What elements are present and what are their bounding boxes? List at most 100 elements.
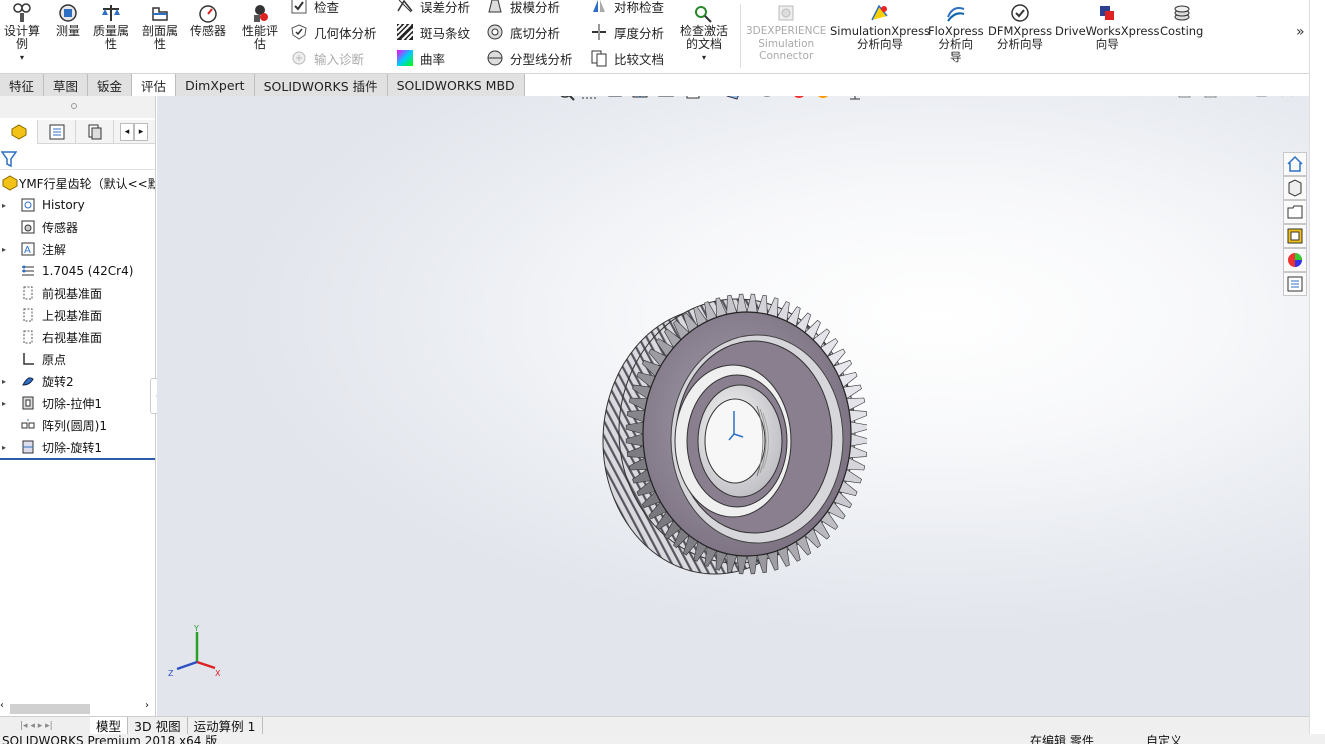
tree-item[interactable]: 原点 (0, 348, 155, 370)
library-icon (1288, 179, 1302, 197)
tree-item[interactable]: 1.7045 (42Cr4) (0, 260, 155, 282)
tree-filter[interactable] (0, 148, 155, 170)
geometry-analysis-button[interactable]: 几何体分析 (290, 21, 377, 43)
task-pane-tabs (1283, 152, 1309, 296)
costing-button[interactable]: Costing (1160, 2, 1203, 38)
check-active-document-button[interactable]: 检查激活 的文档 ▾ (680, 2, 728, 64)
section-properties-button[interactable]: 剖面属 性 (142, 2, 178, 51)
import-diagnostics-button[interactable]: 输入诊断 (290, 47, 364, 69)
tree-item[interactable]: 右视基准面 (0, 326, 155, 348)
task-pane-view-palette[interactable] (1283, 224, 1307, 248)
curvature-icon (397, 50, 413, 66)
task-pane-design-library[interactable] (1283, 176, 1307, 200)
panel-scroll-right-button[interactable]: ▸ (134, 123, 148, 141)
view-tab-1[interactable]: 3D 视图 (128, 717, 188, 734)
zebra-label: 斑马条纹 (420, 25, 471, 41)
mass-properties-button[interactable]: 质量属 性 (93, 2, 129, 51)
tab-4[interactable]: DimXpert (176, 74, 255, 96)
tab-6[interactable]: SOLIDWORKS MBD (387, 74, 525, 96)
symmetry-check-button[interactable]: 对称检查 (590, 0, 664, 17)
tab-3[interactable]: 评估 (132, 74, 177, 96)
tab-1[interactable]: 草图 (44, 74, 89, 96)
tree-item[interactable]: 上视基准面 (0, 304, 155, 326)
check-button[interactable]: 检查 (290, 0, 339, 17)
tree-item-label: 右视基准面 (42, 330, 103, 345)
zebra-icon (396, 23, 414, 41)
ribbon-toolbar: 设计算 例 ▾ 测量 质量属 性 剖面属 性 传感器 性能评 估 检查 几何体分… (0, 0, 1309, 74)
task-pane-file-explorer[interactable] (1283, 200, 1307, 224)
simulationxpress-icon (871, 4, 888, 21)
viewport-window-controls[interactable] (1177, 96, 1302, 101)
command-manager-tabs: 特征 草图 钣金 评估 DimXpert SOLIDWORKS 插件 SOLIDWORKS … (0, 74, 525, 96)
floxpress-button[interactable]: FloXpress 分析向 导 (928, 2, 984, 64)
thickness-analysis-button[interactable]: 厚度分析 (590, 21, 664, 43)
measure-button[interactable]: 测量 (56, 2, 80, 38)
curvature-label: 曲率 (420, 51, 446, 67)
tab-2[interactable]: 钣金 (88, 74, 133, 96)
expand-arrow-icon[interactable]: ▸ (2, 377, 6, 386)
tab-property-manager[interactable] (38, 120, 76, 144)
driveworks-icon (1100, 6, 1115, 20)
view-tab-0[interactable]: 模型 (90, 717, 129, 734)
expand-arrow-icon[interactable]: ▸ (2, 399, 6, 408)
tree-item[interactable]: 阵列(圆周)1 (0, 414, 155, 436)
window-scrollbar[interactable] (1309, 0, 1325, 734)
expand-arrow-icon[interactable]: ▸ (2, 443, 6, 452)
deviation-analysis-button[interactable]: 误差分析 (396, 0, 470, 17)
measure-label: 测量 (56, 24, 81, 38)
panel-scroll-left-button[interactable]: ◂ (120, 123, 134, 141)
tree-item[interactable]: ▸ History (0, 194, 155, 216)
feature-tree: YMF行星齿轮（默认<<默 ▸ History 传感器 ▸ A 注解 1.7045 (42C… (0, 172, 155, 458)
tree-item-label: History (42, 198, 85, 212)
gauge-icon (199, 5, 217, 23)
tree-item[interactable]: ▸ 切除-拉伸1 (0, 392, 155, 414)
draft-analysis-button[interactable]: 拔模分析 (486, 0, 560, 17)
tree-item[interactable]: ▸ 旋转2 (0, 370, 155, 392)
status-custom-units[interactable]: 自定义 (1146, 734, 1182, 744)
check-circle-icon (1011, 4, 1029, 22)
performance-evaluation-button[interactable]: 性能评 估 (242, 2, 278, 51)
history-icon (21, 198, 35, 212)
design-study-button[interactable]: 设计算 例 ▾ (4, 2, 40, 64)
sensor-button[interactable]: 传感器 (190, 2, 226, 38)
compare-documents-button[interactable]: 比较文档 (590, 47, 664, 69)
tab-feature-manager[interactable] (0, 120, 38, 144)
expand-arrow-icon[interactable]: ▸ (2, 201, 6, 210)
tree-item[interactable]: ▸ A 注解 (0, 238, 155, 260)
view-tab-2[interactable]: 运动算例 1 (188, 717, 263, 734)
view-palette-icon (1287, 228, 1303, 244)
heads-up-view-toolbar[interactable]: ▾ ▾ ▾ ▾ ▾ (555, 96, 915, 103)
simulationxpress-button[interactable]: SimulationXpress 分析向导 (830, 2, 930, 51)
panel-resize-handle[interactable] (0, 96, 155, 118)
task-pane-home[interactable] (1283, 152, 1307, 176)
task-pane-custom-properties[interactable] (1283, 272, 1307, 296)
measure-icon (59, 4, 77, 22)
curvature-button[interactable]: 曲率 (396, 47, 445, 69)
task-pane-appearances[interactable] (1283, 248, 1307, 272)
ribbon-more-button[interactable]: » (1296, 24, 1305, 40)
tree-item[interactable]: 前视基准面 (0, 282, 155, 304)
driveworksxpress-button[interactable]: DriveWorksXpress 向导 (1055, 2, 1159, 51)
undercut-analysis-button[interactable]: 底切分析 (486, 21, 560, 43)
zebra-stripes-button[interactable]: 斑马条纹 (396, 21, 470, 43)
tree-root-part[interactable]: YMF行星齿轮（默认<<默 (0, 172, 155, 194)
tab-0[interactable]: 特征 (0, 74, 45, 96)
panel-tabs: ◂ ▸ (0, 120, 155, 144)
rollback-bar[interactable] (0, 458, 155, 460)
tree-item[interactable]: 传感器 (0, 216, 155, 238)
gear-3d-model[interactable] (597, 291, 867, 581)
dfmxpress-label: DFMXpress 分析向导 (988, 24, 1053, 51)
tab-5[interactable]: SOLIDWORKS 插件 (254, 74, 388, 96)
tree-item[interactable]: ▸ 切除-旋转1 (0, 436, 155, 458)
tab-configuration-manager[interactable] (76, 120, 114, 144)
expand-arrow-icon[interactable]: ▸ (2, 245, 6, 254)
dfmxpress-button[interactable]: DFMXpress 分析向导 (988, 2, 1052, 51)
tab-navigation-arrows[interactable]: |◂ ◂ ▸ ▸| (0, 717, 90, 734)
revolve-icon (22, 377, 34, 386)
performance-icon (254, 5, 268, 22)
panel-horizontal-scrollbar[interactable]: ‹ › (0, 700, 155, 716)
3dexperience-connector-button[interactable]: 3DEXPERIENCE Simulation Connector (746, 2, 826, 63)
parting-line-analysis-button[interactable]: 分型线分析 (486, 47, 573, 69)
graphics-viewport[interactable]: ▾ ▾ ▾ ▾ ▾ Y X Z (157, 96, 1309, 716)
tree-item-label: 1.7045 (42Cr4) (42, 264, 134, 278)
